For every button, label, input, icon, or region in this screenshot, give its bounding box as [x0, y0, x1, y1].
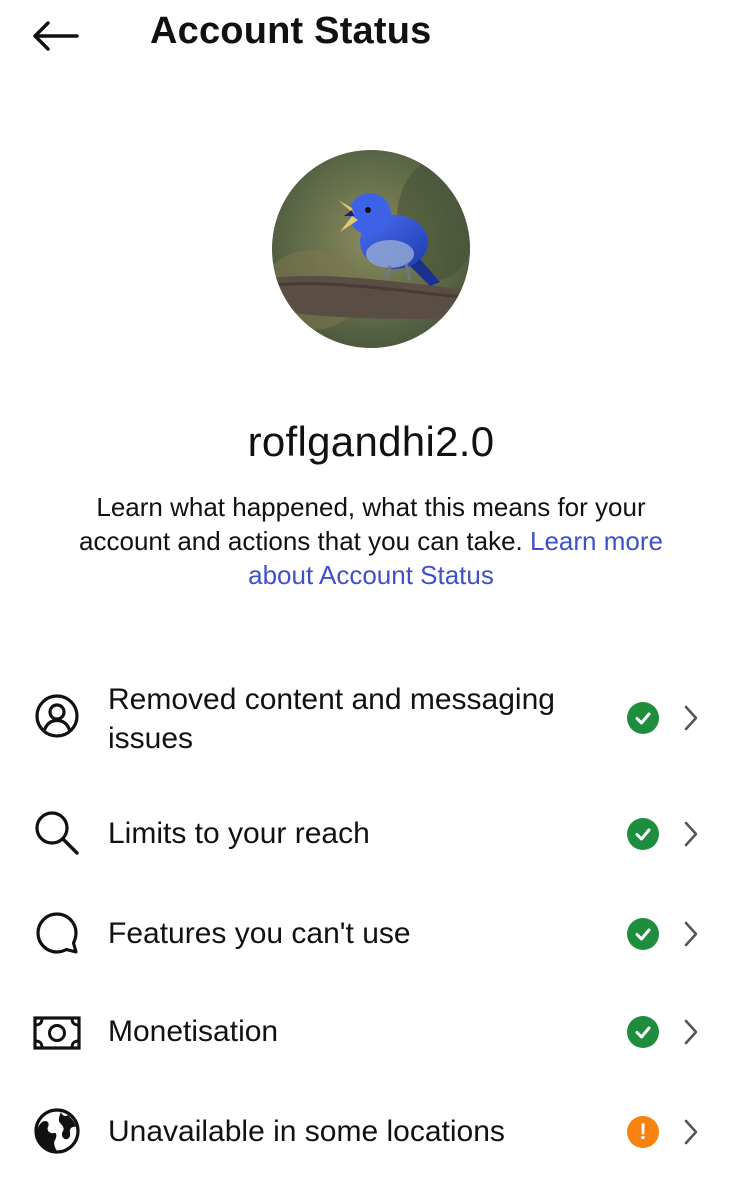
search-icon: [32, 808, 82, 858]
user-circle-icon: [32, 691, 82, 741]
chevron-right-icon: [680, 702, 702, 734]
status-warning-icon: !: [627, 1116, 659, 1148]
status-ok-icon: [627, 1016, 659, 1048]
banknote-icon: [32, 1008, 82, 1058]
status-item-monetisation[interactable]: Monetisation: [0, 998, 742, 1068]
status-ok-icon: [627, 818, 659, 850]
chevron-right-icon: [680, 918, 702, 950]
status-item-label: Removed content and messaging issues: [108, 683, 555, 755]
avatar: [272, 150, 470, 348]
status-item-label: Features you can't use: [108, 917, 411, 950]
status-item-label: Unavailable in some locations: [108, 1115, 505, 1148]
speech-bubble-icon: [32, 908, 82, 958]
blue-bird-avatar: [272, 150, 470, 348]
chevron-right-icon: [680, 818, 702, 850]
status-item-unavailable-locations[interactable]: Unavailable in some locations !: [0, 1098, 742, 1170]
status-item-removed-content[interactable]: Removed content and messaging issues: [0, 660, 742, 770]
account-status-page: Account Status roflgandhi2.0 Learn what …: [0, 0, 742, 1200]
page-title: Account Status: [150, 10, 432, 52]
status-item-label: Monetisation: [108, 1015, 279, 1048]
header: Account Status: [0, 0, 742, 72]
chevron-right-icon: [680, 1016, 702, 1048]
back-button[interactable]: [28, 14, 84, 58]
chevron-right-icon: [680, 1116, 702, 1148]
status-item-label: Limits to your reach: [108, 817, 370, 850]
status-item-features[interactable]: Features you can't use: [0, 900, 742, 970]
globe-icon: [32, 1106, 82, 1156]
arrow-left-icon: [33, 21, 79, 51]
account-status-description: Learn what happened, what this means for…: [56, 490, 686, 592]
status-ok-icon: [627, 918, 659, 950]
status-ok-icon: [627, 702, 659, 734]
status-item-limits-reach[interactable]: Limits to your reach: [0, 800, 742, 870]
username: roflgandhi2.0: [247, 418, 495, 465]
